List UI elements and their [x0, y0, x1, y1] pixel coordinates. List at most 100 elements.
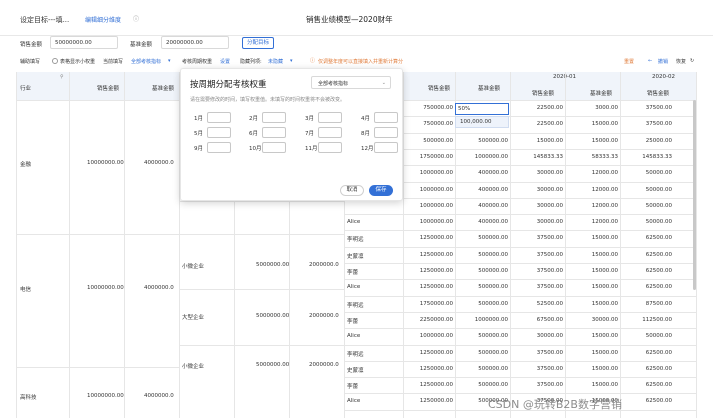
row-m1-sales[interactable]: 30000.00: [512, 170, 563, 176]
row-m1-sales[interactable]: 37500.00: [512, 235, 563, 241]
row-m1-base[interactable]: 15000.00: [567, 366, 618, 372]
autocomplete-option[interactable]: 100,000.00: [455, 116, 509, 128]
row-m2-sales[interactable]: 25000.00: [622, 138, 672, 144]
row-sales[interactable]: 1250000.00: [405, 252, 453, 258]
row-base[interactable]: 400000.00: [457, 170, 508, 176]
row-m1-sales[interactable]: 30000.00: [512, 219, 563, 225]
row-sales[interactable]: 1750000.00: [405, 154, 453, 160]
row-m2-sales[interactable]: 112500.00: [622, 317, 672, 323]
month-weight-input[interactable]: [262, 127, 286, 138]
row-m2-sales[interactable]: 37500.00: [622, 105, 672, 111]
row-sales[interactable]: 1000000.00: [405, 219, 453, 225]
row-base[interactable]: 400000.00: [457, 187, 508, 193]
row-sales[interactable]: 1250000.00: [405, 268, 453, 274]
row-m2-sales[interactable]: 62500.00: [622, 268, 672, 274]
row-m1-base[interactable]: 15000.00: [567, 138, 618, 144]
row-m1-base[interactable]: 15000.00: [567, 235, 618, 241]
row-m1-base[interactable]: 15000.00: [567, 252, 618, 258]
month-weight-input[interactable]: [318, 142, 342, 153]
row-sales[interactable]: 1000000.00: [405, 203, 453, 209]
month-weight-input[interactable]: [374, 127, 398, 138]
redo-arrow-icon[interactable]: ↻: [690, 58, 694, 64]
month-weight-input[interactable]: [374, 142, 398, 153]
row-m1-base[interactable]: 15000.00: [567, 268, 618, 274]
row-m2-sales[interactable]: 145833.33: [622, 154, 672, 160]
sales-amount-input[interactable]: 50000000.00: [50, 36, 118, 49]
row-sales[interactable]: 1250000.00: [405, 366, 453, 372]
chevron-down-icon[interactable]: ▾: [168, 58, 171, 64]
row-base[interactable]: 500000.00: [457, 252, 508, 258]
row-m2-sales[interactable]: 50000.00: [622, 203, 672, 209]
row-m2-sales[interactable]: 62500.00: [622, 366, 672, 372]
row-m1-sales[interactable]: 22500.00: [512, 121, 563, 127]
back-arrow-icon[interactable]: ←: [648, 58, 652, 64]
row-m1-base[interactable]: 12000.00: [567, 219, 618, 225]
row-m2-sales[interactable]: 50000.00: [622, 170, 672, 176]
row-m1-sales[interactable]: 37500.00: [512, 284, 563, 290]
month-weight-input[interactable]: [207, 112, 231, 123]
row-m1-sales[interactable]: 37500.00: [512, 252, 563, 258]
base-amount-input[interactable]: 20000000.00: [161, 36, 229, 49]
row-sales[interactable]: 1000000.00: [405, 170, 453, 176]
assign-target-button[interactable]: 分配目标: [242, 37, 274, 49]
row-m1-sales[interactable]: 15000.00: [512, 138, 563, 144]
row-sales[interactable]: 1250000.00: [405, 235, 453, 241]
row-sales[interactable]: 1250000.00: [405, 350, 453, 356]
row-m1-sales[interactable]: 52500.00: [512, 301, 563, 307]
row-m1-base[interactable]: 15000.00: [567, 284, 618, 290]
row-m1-base[interactable]: 15000.00: [567, 382, 618, 388]
row-m1-base[interactable]: 58333.33: [567, 154, 618, 160]
row-m1-sales[interactable]: 30000.00: [512, 203, 563, 209]
row-m2-sales[interactable]: 87500.00: [622, 301, 672, 307]
row-m1-base[interactable]: 30000.00: [567, 317, 618, 323]
hidden-cols-select[interactable]: 未隐藏: [268, 58, 283, 65]
row-m1-base[interactable]: 12000.00: [567, 187, 618, 193]
row-base[interactable]: 500000.00: [457, 333, 508, 339]
row-m2-sales[interactable]: 62500.00: [622, 382, 672, 388]
row-base[interactable]: 500000.00: [457, 138, 508, 144]
row-base[interactable]: 500000.00: [457, 301, 508, 307]
row-m1-base[interactable]: 3000.00: [567, 105, 618, 111]
row-m2-sales[interactable]: 50000.00: [622, 219, 672, 225]
row-sales[interactable]: 750000.00: [405, 121, 453, 127]
month-weight-input[interactable]: [207, 142, 231, 153]
row-base[interactable]: 400000.00: [457, 219, 508, 225]
row-sales[interactable]: 750000.00: [405, 105, 453, 111]
cancel-button[interactable]: 取消: [340, 185, 364, 196]
row-m1-base[interactable]: 15000.00: [567, 301, 618, 307]
tab-edit-dimension[interactable]: 编辑细分维度: [85, 15, 121, 24]
row-m2-sales[interactable]: 37500.00: [622, 121, 672, 127]
row-sales[interactable]: 1000000.00: [405, 187, 453, 193]
row-sales[interactable]: 1250000.00: [405, 382, 453, 388]
row-m2-sales[interactable]: 50000.00: [622, 187, 672, 193]
row-m1-sales[interactable]: 37500.00: [512, 366, 563, 372]
row-base[interactable]: 500000.00: [457, 284, 508, 290]
metric-select[interactable]: 全部考核指标: [131, 58, 161, 65]
chevron-down-icon[interactable]: ▾: [290, 58, 293, 64]
month-weight-input[interactable]: [262, 112, 286, 123]
row-m2-sales[interactable]: 50000.00: [622, 333, 672, 339]
reset-button[interactable]: 重置: [624, 58, 634, 65]
row-sales[interactable]: 500000.00: [405, 138, 453, 144]
set-link[interactable]: 设置: [220, 58, 230, 65]
info-icon[interactable]: ⓘ: [133, 14, 139, 23]
row-base[interactable]: 1000000.00: [457, 154, 508, 160]
row-m1-base[interactable]: 15000.00: [567, 333, 618, 339]
row-m2-sales[interactable]: 62500.00: [622, 398, 672, 404]
undo-button[interactable]: 撤销: [658, 58, 668, 65]
row-m1-sales[interactable]: 30000.00: [512, 333, 563, 339]
month-weight-input[interactable]: [207, 127, 231, 138]
row-base[interactable]: 1000000.00: [457, 317, 508, 323]
weight-edit-input[interactable]: 50%: [455, 103, 509, 115]
month-weight-input[interactable]: [318, 127, 342, 138]
row-sales[interactable]: 2250000.00: [405, 317, 453, 323]
row-m2-sales[interactable]: 62500.00: [622, 350, 672, 356]
row-base[interactable]: 500000.00: [457, 235, 508, 241]
save-button[interactable]: 保存: [369, 185, 393, 196]
row-m1-sales[interactable]: 30000.00: [512, 187, 563, 193]
row-m2-sales[interactable]: 62500.00: [622, 235, 672, 241]
row-base[interactable]: 400000.00: [457, 203, 508, 209]
row-m1-sales[interactable]: 67500.00: [512, 317, 563, 323]
row-m2-sales[interactable]: 62500.00: [622, 284, 672, 290]
row-m1-base[interactable]: 12000.00: [567, 170, 618, 176]
